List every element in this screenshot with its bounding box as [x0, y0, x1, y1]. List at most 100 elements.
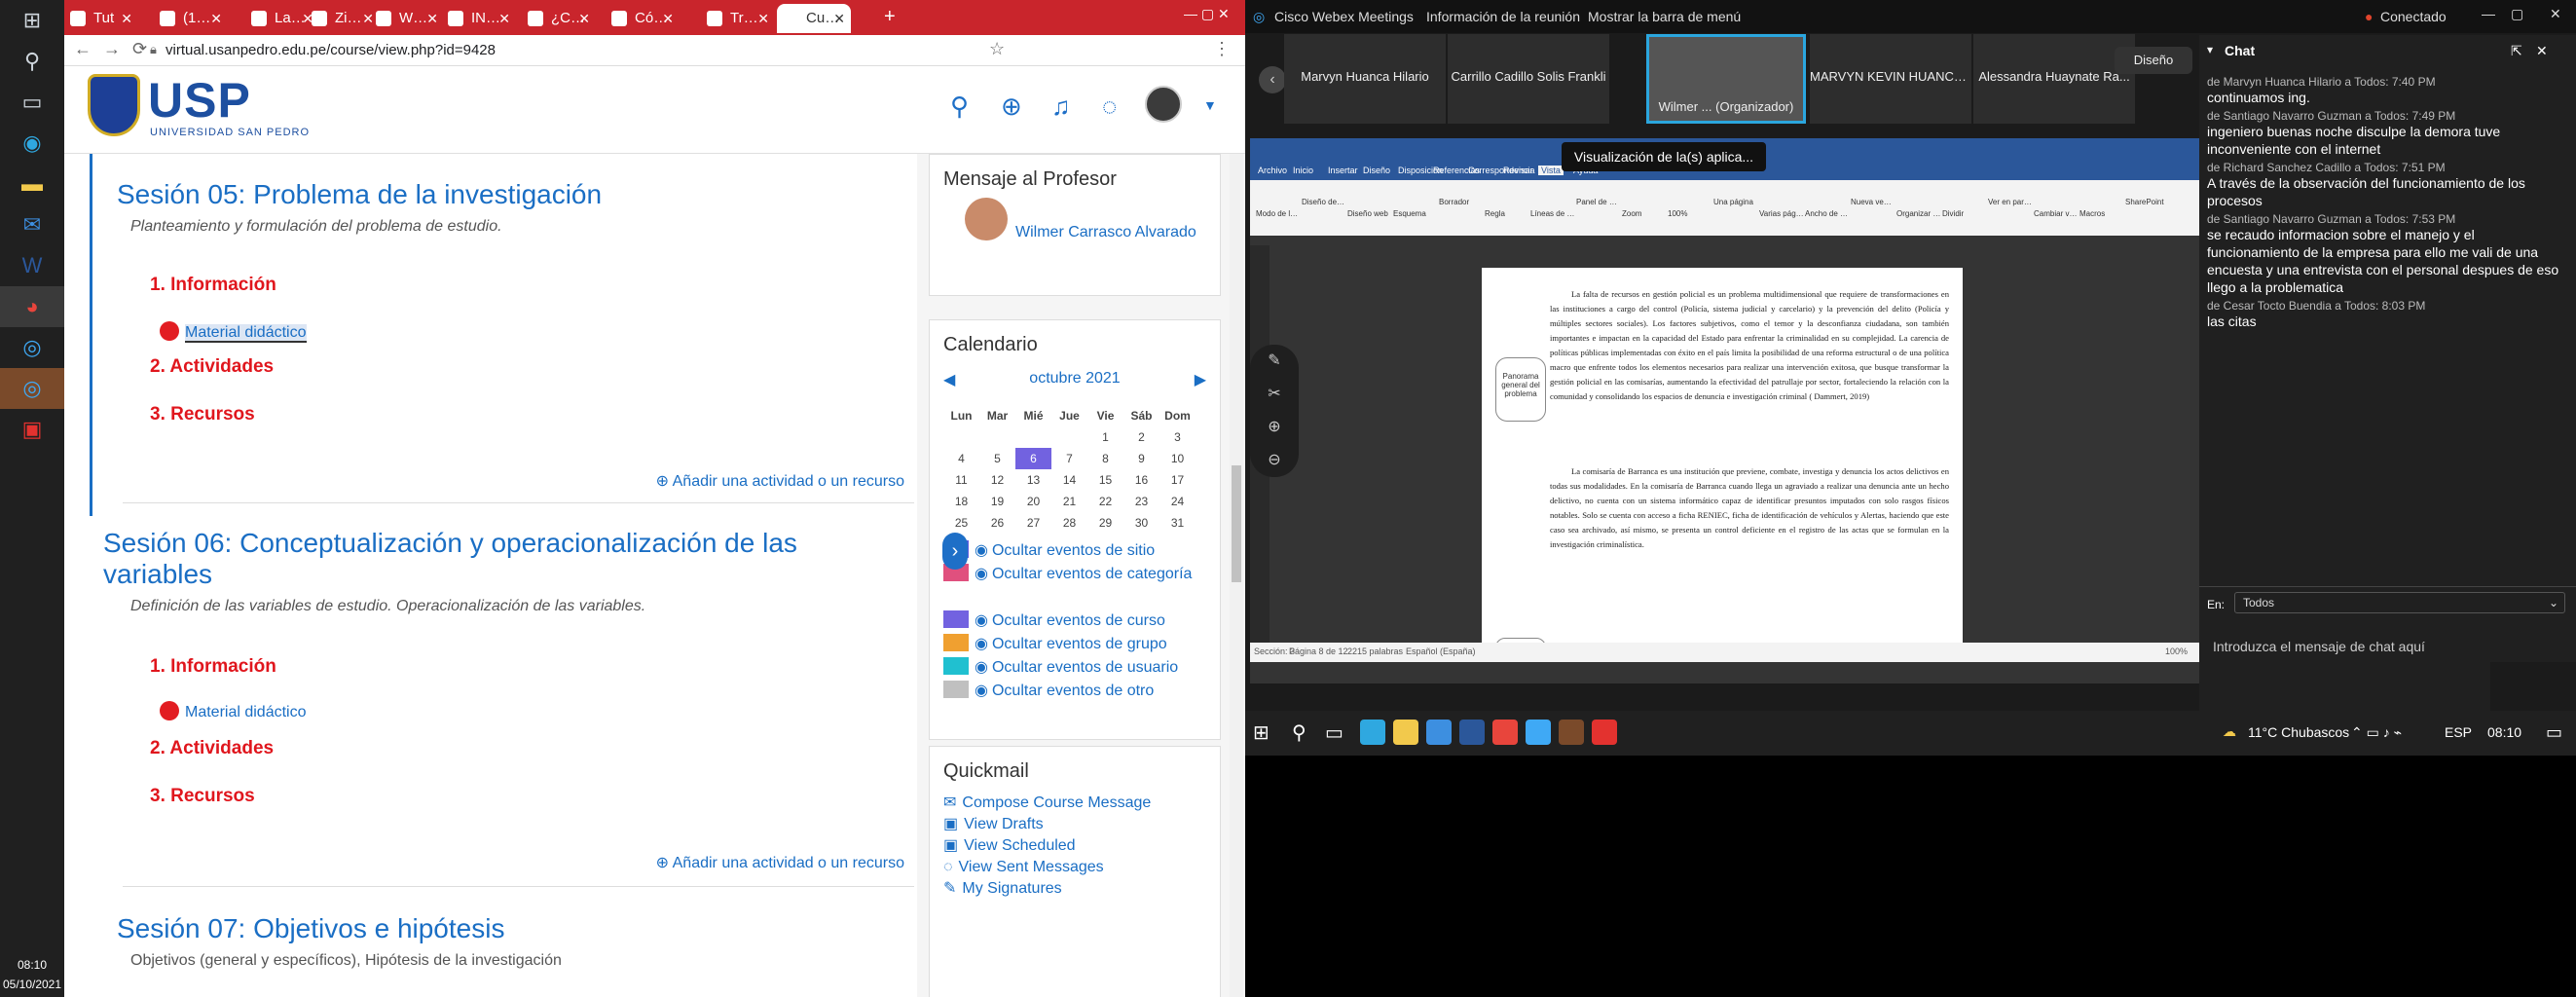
usp-logo-text[interactable]: USP	[148, 72, 251, 129]
edge-icon[interactable]: ◉	[0, 123, 64, 164]
section-title[interactable]: Sesión 07: Objetivos e hipótesis	[117, 913, 934, 944]
calendar-month[interactable]: octubre 2021	[943, 370, 1206, 388]
messages-icon[interactable]: ◌	[1102, 92, 1117, 122]
ribbon-command[interactable]: Cambiar ventanas	[2034, 209, 2079, 218]
ribbon-command[interactable]: Macros	[2079, 209, 2124, 218]
collapse-chat-icon[interactable]: ▾	[2207, 43, 2213, 56]
task-view-icon[interactable]: ▭	[0, 82, 64, 123]
tab-close-icon[interactable]: ✕	[210, 4, 222, 33]
tab-close-icon[interactable]: ✕	[578, 4, 590, 33]
calendar-day[interactable]: 15	[1087, 469, 1123, 491]
calendar-day[interactable]: 1	[1087, 426, 1123, 448]
search-icon[interactable]: ⚲	[1292, 720, 1306, 745]
add-activity-link[interactable]: ⊕ Añadir una actividad o un recurso	[656, 471, 904, 491]
ribbon-command[interactable]: Nueva ventana	[1851, 198, 1895, 206]
ribbon-command[interactable]: Zoom	[1622, 209, 1667, 218]
quickmail-label[interactable]: Compose Course Message	[962, 794, 1151, 811]
calendar-day[interactable]: 19	[979, 491, 1015, 512]
close-chat-icon[interactable]: ✕	[2536, 43, 2548, 59]
usp-shield-logo[interactable]	[88, 74, 140, 136]
ribbon-command[interactable]: Regla	[1485, 209, 1529, 218]
popout-icon[interactable]: ⇱	[2511, 43, 2522, 59]
back-icon[interactable]: ←	[74, 39, 92, 59]
prev-participants-icon[interactable]: ‹	[1259, 66, 1286, 93]
word-tab[interactable]: Archivo	[1258, 166, 1287, 175]
weather-text[interactable]: 11°C Chubascos	[2248, 724, 2349, 740]
calendar-day[interactable]: 24	[1159, 491, 1196, 512]
tab-close-icon[interactable]: ✕	[833, 4, 845, 33]
calendar-day[interactable]: 22	[1087, 491, 1123, 512]
ribbon-command[interactable]: Una página	[1713, 198, 1758, 206]
file-explorer-icon[interactable]: ▬	[0, 164, 64, 204]
ribbon-command[interactable]: Panel de navegación	[1576, 198, 1621, 206]
windows-start-icon[interactable]: ⊞	[0, 0, 64, 41]
browser-tab[interactable]: (14) Wa✕	[154, 4, 228, 33]
participant-tile[interactable]: Carrillo Cadillo Solis Frankli	[1448, 34, 1609, 124]
annotation-toolbar[interactable]: ✎ ✂ ⊕ ⊖	[1250, 345, 1299, 477]
window-controls[interactable]: — ▢ ✕	[1184, 6, 1230, 22]
ribbon-command[interactable]: Varias páginas	[1759, 209, 1804, 218]
new-tab-icon[interactable]: +	[884, 6, 896, 28]
tab-close-icon[interactable]: ✕	[662, 4, 674, 33]
mail-icon[interactable]	[1426, 720, 1452, 745]
quickmail-link[interactable]: ✉ Compose Course Message	[943, 793, 1206, 814]
quickmail-label[interactable]: My Signatures	[962, 880, 1061, 897]
quickmail-link[interactable]: ▣ View Drafts	[943, 814, 1206, 835]
ribbon-command[interactable]: Dividir	[1942, 209, 1987, 218]
close-icon[interactable]: ✕	[2550, 6, 2561, 22]
ribbon-command[interactable]: Modo de lectura	[1256, 209, 1301, 218]
calendar-day[interactable]: 5	[979, 448, 1015, 469]
acrobat-icon[interactable]	[1592, 720, 1617, 745]
browser-tab[interactable]: INTELI✕	[442, 4, 516, 33]
chat-recipient-select[interactable]: Todos ⌄	[2234, 592, 2565, 613]
ribbon-command[interactable]: SharePoint	[2125, 198, 2170, 206]
add-activity-label[interactable]: Añadir una actividad o un recurso	[673, 855, 904, 871]
browser-tab[interactable]: Cómo✕	[606, 4, 680, 33]
calendar-day[interactable]: 26	[979, 512, 1015, 534]
tray-icons[interactable]: ⌃ ▭ ♪ ⌁	[2351, 724, 2402, 741]
quickmail-link[interactable]: ▣ View Scheduled	[943, 835, 1206, 857]
user-menu-caret-icon[interactable]: ▼	[1203, 97, 1217, 113]
quickmail-link[interactable]: ✎ My Signatures	[943, 878, 1206, 900]
calendar-filter[interactable]: ◉ Ocultar eventos de usuario	[943, 656, 1206, 680]
browser-tab[interactable]: ¿Cómo✕	[522, 4, 596, 33]
collapse-drawer-button[interactable]: ›	[942, 533, 968, 570]
quickmail-link[interactable]: ◌ View Sent Messages	[943, 857, 1206, 878]
calendar-filter[interactable]: ◉ Ocultar eventos de otro	[943, 680, 1206, 703]
calendar-day[interactable]: 27	[1015, 512, 1051, 534]
calendar-filter-label[interactable]: Ocultar eventos de grupo	[992, 636, 1167, 652]
calendar-day[interactable]: 23	[1123, 491, 1159, 512]
calendar-filter-label[interactable]: Ocultar eventos de categoría	[992, 566, 1192, 582]
calendar-filter[interactable]: ◉ Ocultar eventos de curso	[943, 609, 1206, 633]
language-indicator[interactable]: ESP	[2445, 724, 2472, 740]
calendar-day[interactable]: 6	[1015, 448, 1051, 469]
calendar-day[interactable]: 25	[943, 512, 979, 534]
ribbon-command[interactable]: Líneas de la cuadrícula	[1530, 209, 1575, 218]
left-clock[interactable]: 08:10 05/10/2021	[0, 952, 64, 997]
calendar-day[interactable]: 28	[1051, 512, 1087, 534]
notification-center-icon[interactable]: ▭	[2546, 722, 2562, 743]
word-tab[interactable]: Vista	[1538, 166, 1564, 175]
webex-icon[interactable]	[1526, 720, 1551, 745]
material-link[interactable]: Material didáctico	[160, 321, 307, 343]
ribbon-command[interactable]: Borrador	[1439, 198, 1484, 206]
calendar-filter-label[interactable]: Ocultar eventos de sitio	[992, 542, 1155, 559]
quickmail-label[interactable]: View Drafts	[964, 816, 1044, 832]
calendar-filter-label[interactable]: Ocultar eventos de curso	[992, 612, 1165, 629]
calendar-day[interactable]: 11	[943, 469, 979, 491]
word-tab[interactable]: Diseño	[1363, 166, 1390, 175]
calendar-day[interactable]: 9	[1123, 448, 1159, 469]
browser-tab[interactable]: Whats✕	[370, 4, 444, 33]
calendar-day[interactable]: 30	[1123, 512, 1159, 534]
word-tab[interactable]: Revisar	[1503, 166, 1533, 175]
tab-close-icon[interactable]: ✕	[426, 4, 438, 33]
language-globe-icon[interactable]: ⊕	[1001, 92, 1022, 122]
calendar-day[interactable]: 4	[943, 448, 979, 469]
tab-close-icon[interactable]: ✕	[498, 4, 510, 33]
layout-button[interactable]: Diseño	[2115, 47, 2192, 74]
word-tab[interactable]: Inicio	[1293, 166, 1313, 175]
ribbon-command[interactable]: Organizar todo	[1896, 209, 1941, 218]
tab-close-icon[interactable]: ✕	[757, 4, 769, 33]
ribbon-command[interactable]: Ancho de página	[1805, 209, 1850, 218]
file-explorer-icon[interactable]	[1393, 720, 1418, 745]
